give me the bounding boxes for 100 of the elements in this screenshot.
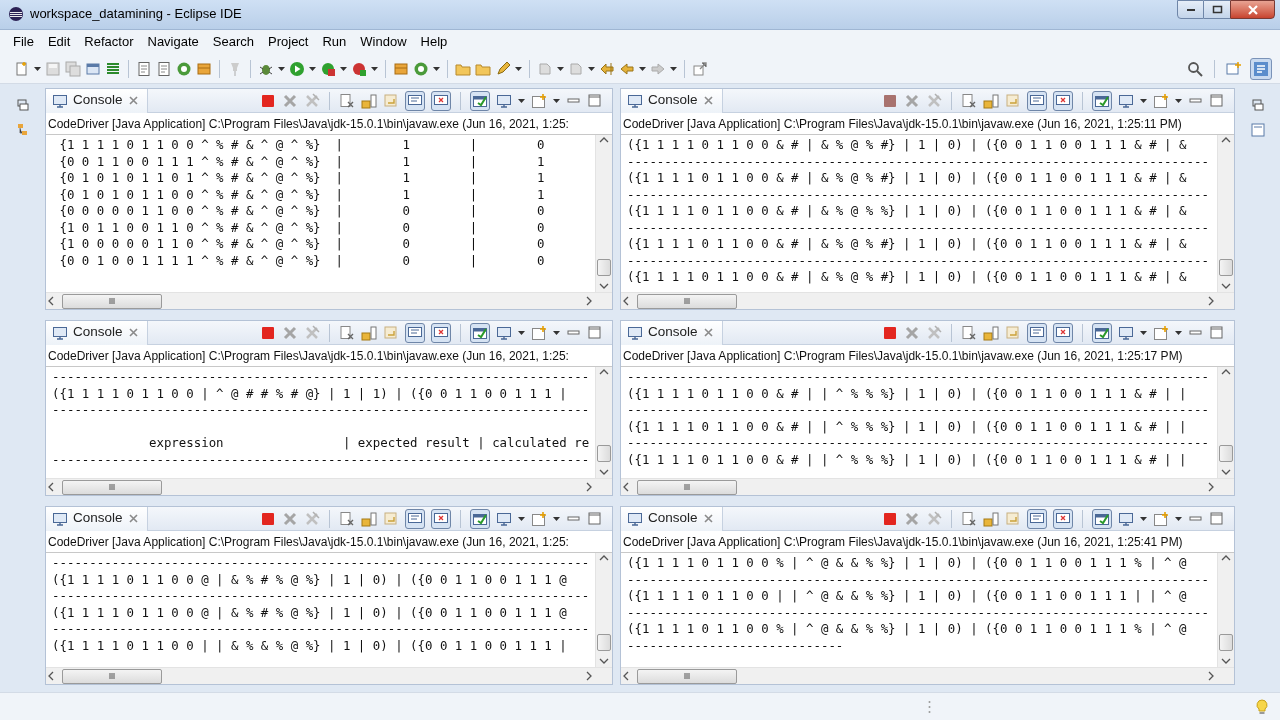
remove-icon[interactable]	[904, 510, 920, 527]
dropdown-caret-icon[interactable]	[553, 514, 560, 523]
console-tab[interactable]: Console	[46, 89, 148, 113]
package-icon[interactable]	[196, 60, 212, 77]
scroll-thumb[interactable]	[1219, 634, 1233, 651]
dropdown-caret-icon[interactable]	[553, 96, 560, 105]
new-console-icon[interactable]	[1153, 510, 1169, 527]
document-icon[interactable]	[156, 60, 172, 77]
close-icon[interactable]	[702, 95, 714, 106]
monitor-icon[interactable]	[1118, 510, 1134, 527]
scroll-lock-icon[interactable]	[983, 510, 999, 527]
clear-console-icon[interactable]	[961, 510, 977, 527]
dropdown-caret-icon[interactable]	[1140, 328, 1147, 337]
outline-icon[interactable]	[1249, 122, 1266, 138]
stop-icon[interactable]	[882, 510, 898, 527]
clear-console-icon[interactable]	[339, 92, 355, 109]
new-console-icon[interactable]	[531, 510, 547, 527]
dropdown-caret-icon[interactable]	[518, 328, 525, 337]
edit-arrow-icon[interactable]	[599, 60, 615, 77]
restore-icon[interactable]	[1249, 98, 1266, 112]
close-button[interactable]	[1230, 0, 1275, 19]
toggle-button[interactable]	[470, 508, 490, 529]
dropdown-caret-icon[interactable]	[518, 514, 525, 523]
scroll-thumb[interactable]	[62, 293, 162, 309]
toggle-button[interactable]	[431, 508, 451, 529]
dropdown-caret-icon[interactable]	[278, 64, 285, 73]
new-console-icon[interactable]	[531, 92, 547, 109]
scroll-thumb[interactable]	[597, 445, 611, 462]
share-icon[interactable]	[692, 60, 708, 77]
monitor-icon[interactable]	[496, 510, 512, 527]
vertical-scrollbar[interactable]	[1217, 367, 1234, 478]
dropdown-caret-icon[interactable]	[309, 64, 316, 73]
toggle-button[interactable]	[1027, 322, 1047, 343]
scroll-lock-icon[interactable]	[983, 324, 999, 341]
menu-item[interactable]: Search	[205, 32, 261, 52]
horizontal-scrollbar[interactable]	[621, 667, 1234, 684]
toggle-button[interactable]	[405, 508, 425, 529]
document-icon[interactable]	[136, 60, 152, 77]
remove-icon[interactable]	[282, 92, 298, 109]
maximize-icon[interactable]	[587, 511, 602, 526]
close-icon[interactable]	[127, 513, 139, 524]
stop-icon[interactable]	[260, 510, 276, 527]
scroll-thumb[interactable]	[637, 668, 737, 684]
scroll-thumb[interactable]	[1219, 259, 1233, 276]
scroll-thumb[interactable]	[62, 668, 162, 684]
maximize-icon[interactable]	[587, 93, 602, 108]
list-icon[interactable]	[105, 60, 121, 77]
menu-item[interactable]: Project	[261, 32, 316, 52]
menu-item[interactable]: Window	[353, 32, 414, 52]
window-icon[interactable]	[85, 60, 101, 77]
minimize-button[interactable]	[1177, 0, 1204, 19]
toggle-button[interactable]	[1053, 322, 1073, 343]
scroll-lock-icon[interactable]	[361, 510, 377, 527]
console-tab[interactable]: Console	[46, 321, 148, 345]
new-console-icon[interactable]	[1153, 324, 1169, 341]
close-icon[interactable]	[702, 513, 714, 524]
dropdown-caret-icon[interactable]	[371, 64, 378, 73]
clear-console-icon[interactable]	[961, 324, 977, 341]
restore-icon[interactable]	[14, 98, 31, 112]
vertical-scrollbar[interactable]	[595, 135, 612, 292]
dropdown-caret-icon[interactable]	[1175, 96, 1182, 105]
toggle-button[interactable]	[405, 322, 425, 343]
horizontal-scrollbar[interactable]	[621, 478, 1234, 495]
scroll-thumb[interactable]	[637, 293, 737, 309]
clear-console-icon[interactable]	[339, 510, 355, 527]
toggle-button[interactable]	[1027, 508, 1047, 529]
toggle-button[interactable]	[1027, 90, 1047, 111]
maximize-icon[interactable]	[1209, 93, 1224, 108]
vertical-scrollbar[interactable]	[595, 553, 612, 667]
console-tab[interactable]: Console	[621, 89, 723, 113]
dropdown-caret-icon[interactable]	[1175, 514, 1182, 523]
maximize-button[interactable]	[1204, 0, 1230, 19]
remove-icon[interactable]	[282, 510, 298, 527]
dropdown-caret-icon[interactable]	[433, 64, 440, 73]
dropdown-caret-icon[interactable]	[1140, 514, 1147, 523]
maximize-icon[interactable]	[1209, 511, 1224, 526]
new-console-icon[interactable]	[1153, 92, 1169, 109]
scroll-thumb[interactable]	[637, 479, 737, 495]
stop-icon[interactable]	[260, 324, 276, 341]
menu-item[interactable]: Help	[413, 32, 455, 52]
new-console-icon[interactable]	[531, 324, 547, 341]
monitor-icon[interactable]	[1118, 92, 1134, 109]
menu-item[interactable]: Run	[315, 32, 354, 52]
horizontal-scrollbar[interactable]	[46, 478, 612, 495]
scroll-thumb[interactable]	[597, 634, 611, 651]
dropdown-caret-icon[interactable]	[639, 64, 646, 73]
remove-icon[interactable]	[282, 324, 298, 341]
remove-icon[interactable]	[904, 92, 920, 109]
vertical-scrollbar[interactable]	[595, 367, 612, 478]
stop-icon[interactable]	[882, 324, 898, 341]
menu-item[interactable]: File	[6, 32, 41, 52]
toggle-button[interactable]	[1092, 508, 1112, 529]
scroll-thumb[interactable]	[597, 259, 611, 276]
dropdown-caret-icon[interactable]	[34, 64, 41, 73]
toggle-button[interactable]	[1092, 90, 1112, 111]
close-icon[interactable]	[702, 327, 714, 338]
stop-icon[interactable]	[260, 92, 276, 109]
close-icon[interactable]	[127, 95, 139, 106]
scroll-lock-icon[interactable]	[361, 324, 377, 341]
toggle-button[interactable]	[431, 90, 451, 111]
